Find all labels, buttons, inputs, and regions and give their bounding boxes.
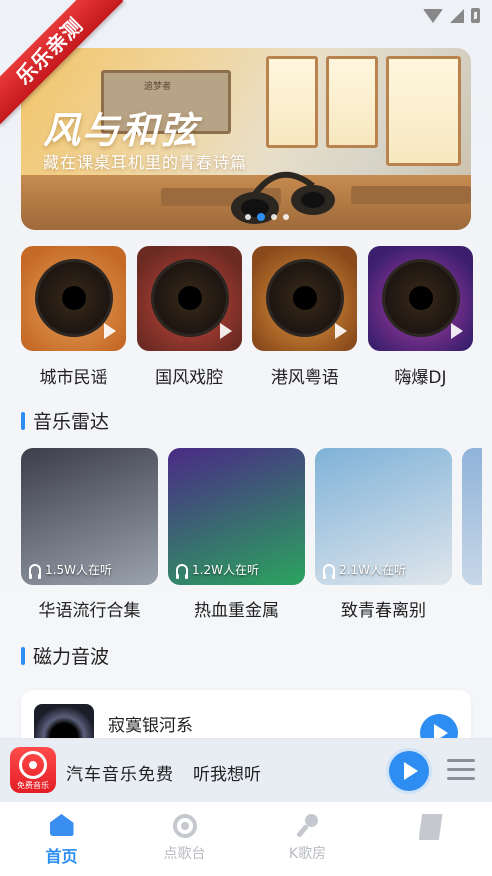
section-title-text: 磁力音波 xyxy=(33,646,110,668)
banner-window xyxy=(386,56,461,166)
listener-count-text: 2.1W人在听 xyxy=(339,563,406,577)
headphone-icon xyxy=(323,564,335,579)
category-cantonese[interactable]: 港风粤语 xyxy=(252,246,358,388)
radar-card[interactable]: 1.2W人在听 热血重金属 xyxy=(168,448,305,621)
radar-card[interactable]: 2.1W人在听 致青春离别 xyxy=(315,448,452,621)
category-cover xyxy=(252,246,358,351)
battery-icon xyxy=(471,8,480,23)
radar-cover: 1.2W人在听 xyxy=(168,448,305,585)
tab-home[interactable]: 首页 xyxy=(0,802,123,876)
song-title: 寂寞银河系 xyxy=(108,716,193,736)
section-title-text: 音乐雷达 xyxy=(33,411,110,433)
play-icon xyxy=(450,323,463,339)
carousel-dot[interactable] xyxy=(271,214,277,220)
player-title: 汽车音乐免费 xyxy=(66,765,174,785)
listener-count-text: 1.5W人在听 xyxy=(45,563,112,577)
playlist-icon[interactable] xyxy=(447,759,475,781)
wifi-icon xyxy=(423,8,443,23)
vinyl-disc-icon xyxy=(150,259,229,337)
signal-icon xyxy=(450,8,464,23)
section-accent-bar xyxy=(21,411,25,430)
mic-icon xyxy=(296,814,320,838)
radar-row: 1.5W人在听 华语流行合集 1.2W人在听 热血重金属 2.1W人在听 致青春… xyxy=(21,448,492,621)
radar-card-peek[interactable] xyxy=(462,448,482,585)
bottom-tab-bar: 首页 点歌台 K歌房 xyxy=(0,802,492,876)
tab-label: 点歌台 xyxy=(163,846,206,862)
carousel-dot[interactable] xyxy=(257,213,265,221)
banner-window xyxy=(326,56,378,148)
headphone-icon xyxy=(176,564,188,579)
listener-count-text: 1.2W人在听 xyxy=(192,563,259,577)
vinyl-disc-icon xyxy=(266,259,345,337)
vinyl-disc-icon xyxy=(381,259,460,337)
radar-cover: 2.1W人在听 xyxy=(315,448,452,585)
banner-title: 风与和弦 xyxy=(43,109,199,152)
banner-subtitle: 藏在课桌耳机里的青春诗篇 xyxy=(43,153,248,172)
banner-window xyxy=(266,56,318,148)
play-icon xyxy=(104,323,116,339)
disc-icon xyxy=(172,814,197,838)
radar-title: 热血重金属 xyxy=(194,601,279,621)
radar-card[interactable]: 1.5W人在听 华语流行合集 xyxy=(21,448,158,621)
radar-cover: 1.5W人在听 xyxy=(21,448,158,585)
section-title-magnetic: 磁力音波 xyxy=(21,642,109,669)
category-row: 城市民谣 国风戏腔 港风粤语 嗨爆DJ xyxy=(21,246,473,388)
play-icon xyxy=(404,762,418,780)
carousel-dot[interactable] xyxy=(283,214,289,220)
listener-count: 2.1W人在听 xyxy=(323,561,406,579)
category-cover xyxy=(21,246,126,351)
player-play-button[interactable] xyxy=(389,751,429,791)
player-subtitle: 听我想听 xyxy=(193,765,261,785)
category-dj[interactable]: 嗨爆DJ xyxy=(367,246,473,388)
headphone-icon xyxy=(29,564,41,579)
section-accent-bar xyxy=(21,646,25,665)
category-label: 嗨爆DJ xyxy=(394,368,447,388)
tab-label: 首页 xyxy=(45,847,78,866)
category-chinese-opera[interactable]: 国风戏腔 xyxy=(136,246,242,388)
hero-banner[interactable]: 追梦者 风与和弦 藏在课桌耳机里的青春诗篇 xyxy=(21,48,471,230)
home-icon xyxy=(49,814,74,836)
category-cover xyxy=(136,246,242,351)
listener-count: 1.5W人在听 xyxy=(29,561,112,579)
status-icons xyxy=(423,8,480,23)
tab-label: K歌房 xyxy=(288,846,327,862)
category-cover xyxy=(367,246,473,351)
tab-karaoke[interactable]: K歌房 xyxy=(246,802,369,876)
radar-title: 华语流行合集 xyxy=(38,601,141,621)
carousel-dots xyxy=(245,213,289,221)
play-icon xyxy=(335,323,348,339)
listener-count: 1.2W人在听 xyxy=(176,561,259,579)
category-label: 港风粤语 xyxy=(270,368,339,388)
blackboard-text: 追梦者 xyxy=(144,82,172,92)
category-label: 国风戏腔 xyxy=(155,368,224,388)
category-label: 城市民谣 xyxy=(39,368,108,388)
radar-title: 致青春离别 xyxy=(341,601,426,621)
section-title-radar: 音乐雷达 xyxy=(21,407,109,434)
tab-library[interactable] xyxy=(369,802,492,876)
banner-desk xyxy=(351,186,471,204)
vinyl-disc-icon xyxy=(35,259,113,337)
carousel-dot[interactable] xyxy=(245,214,251,220)
category-city-folk[interactable]: 城市民谣 xyxy=(21,246,126,388)
app-logo-icon: 免费音乐 xyxy=(10,747,56,793)
app-logo-label: 免费音乐 xyxy=(17,781,49,790)
book-icon xyxy=(418,814,443,840)
mini-player[interactable]: 免费音乐 汽车音乐免费 听我想听 xyxy=(0,738,492,802)
play-icon xyxy=(219,323,232,339)
tab-request[interactable]: 点歌台 xyxy=(123,802,246,876)
